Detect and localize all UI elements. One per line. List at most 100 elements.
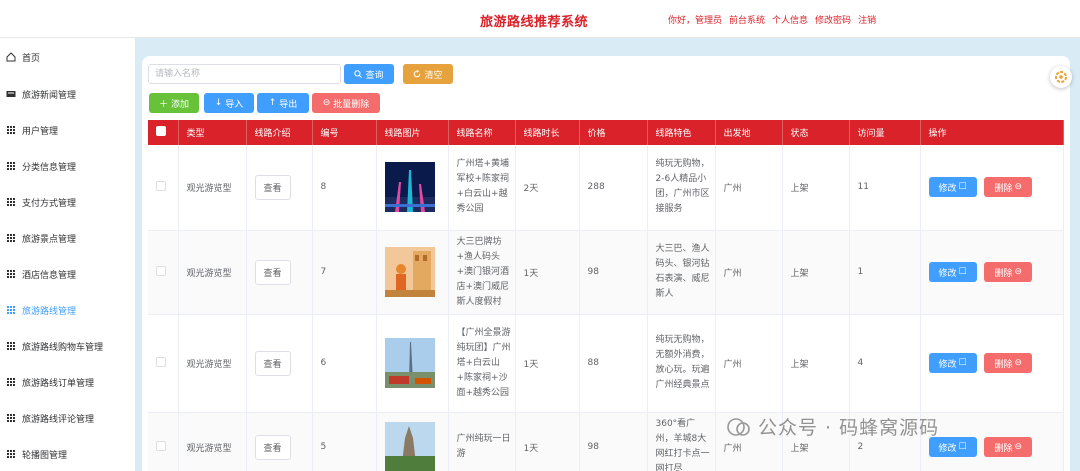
edit-label: 修改 xyxy=(938,443,957,454)
sidebar-item-home[interactable]: 首页 xyxy=(0,38,135,76)
row-select-cell[interactable] xyxy=(148,230,179,315)
intro-cell: 查看 xyxy=(246,314,313,413)
table-row: 观光游览型 查看 7 大三巴牌坊+渔人码头+澳门银河酒店+澳门威尼斯人度假村 1… xyxy=(148,230,1064,315)
add-label: 添加 xyxy=(171,99,190,110)
id-cell: 6 xyxy=(312,314,377,413)
name-cell: 广州纯玩一日游 xyxy=(448,412,516,471)
actions-cell: 修改 ☐ 删除 ⊖ xyxy=(920,314,1064,413)
top-links: 你好，管理员 前台系统 个人信息 修改密码 注销 xyxy=(668,13,876,26)
top-header: 旅游路线推荐系统 你好，管理员 前台系统 个人信息 修改密码 注销 xyxy=(0,0,1080,38)
export-label: 导出 xyxy=(279,99,298,110)
view-button[interactable]: 查看 xyxy=(254,350,291,376)
select-all-checkbox[interactable] xyxy=(156,126,166,136)
profile-link[interactable]: 个人信息 xyxy=(772,13,808,26)
column-header: 价格 xyxy=(579,120,648,145)
type-cell: 观光游览型 xyxy=(178,230,247,315)
sidebar-item-hotels[interactable]: 酒店信息管理 xyxy=(0,256,135,292)
view-button[interactable]: 查看 xyxy=(254,174,291,200)
row-checkbox[interactable] xyxy=(156,356,166,367)
row-checkbox[interactable] xyxy=(156,180,166,191)
import-label: 导入 xyxy=(225,99,244,110)
column-header: 出发地 xyxy=(715,120,783,145)
sidebar-item-label: 旅游景点管理 xyxy=(22,234,77,245)
delete-button[interactable]: 删除 ⊖ xyxy=(984,262,1033,282)
sidebar-item-payment[interactable]: 支付方式管理 xyxy=(0,184,135,220)
logout-link[interactable]: 注销 xyxy=(858,13,876,26)
table-row: 观光游览型 查看 6 【广州全景游纯玩团】广州塔+白云山+陈家祠+沙面+越秀公园… xyxy=(148,314,1064,413)
grid-icon xyxy=(6,233,16,243)
edit-icon: ☐ xyxy=(958,442,967,452)
row-checkbox[interactable] xyxy=(156,440,166,451)
grid-icon xyxy=(6,197,16,207)
grid-icon xyxy=(6,125,16,135)
visits-cell: 4 xyxy=(849,314,921,413)
frontend-link[interactable]: 前台系统 xyxy=(729,13,765,26)
feature-cell: 纯玩无购物，无额外消费，放心玩。玩遍广州经典景点 xyxy=(647,314,716,413)
delete-button[interactable]: 删除 ⊖ xyxy=(984,177,1033,198)
grid-icon xyxy=(6,269,16,279)
sidebar-item-news[interactable]: 旅游新闻管理 xyxy=(0,76,135,112)
delete-button[interactable]: 删除 ⊖ xyxy=(984,437,1033,457)
row-select-cell[interactable] xyxy=(148,412,179,471)
add-button[interactable]: ＋ 添加 xyxy=(149,93,199,113)
arrow-up-icon: ↑ xyxy=(268,98,277,108)
change-password-link[interactable]: 修改密码 xyxy=(815,13,851,26)
sidebar-item-label: 用户管理 xyxy=(22,126,59,137)
actions-cell: 修改 ☐ 删除 ⊖ xyxy=(920,412,1064,471)
sidebar-item-category[interactable]: 分类信息管理 xyxy=(0,148,135,184)
sidebar-item-routes[interactable]: 旅游路线管理 xyxy=(0,292,135,328)
name-cell: 【广州全景游纯玩团】广州塔+白云山+陈家祠+沙面+越秀公园 xyxy=(448,314,516,413)
delete-label: 删除 xyxy=(994,183,1013,194)
actions-cell: 修改 ☐ 删除 ⊖ xyxy=(920,145,1064,231)
id-cell: 7 xyxy=(312,230,377,315)
import-button[interactable]: ↓ 导入 xyxy=(204,93,254,113)
query-button[interactable]: 查询 xyxy=(344,64,394,84)
refresh-icon xyxy=(414,70,421,78)
search-input[interactable] xyxy=(148,64,341,84)
grid-icon xyxy=(6,341,16,351)
view-button[interactable]: 查看 xyxy=(254,259,291,285)
sidebar-item-cart[interactable]: 旅游路线购物车管理 xyxy=(0,328,135,364)
row-select-cell[interactable] xyxy=(148,314,179,413)
edit-button[interactable]: 修改 ☐ xyxy=(928,177,977,198)
clear-button[interactable]: 清空 xyxy=(403,64,453,84)
sidebar-item-carousel[interactable]: 轮播图管理 xyxy=(0,436,135,471)
sidebar-item-comments[interactable]: 旅游路线评论管理 xyxy=(0,400,135,436)
origin-cell: 广州 xyxy=(715,230,783,315)
edit-button[interactable]: 修改 ☐ xyxy=(928,353,977,373)
watermark-text: 公众号 · 码蜂窝源码 xyxy=(758,417,940,439)
edit-button[interactable]: 修改 ☐ xyxy=(928,437,977,457)
edit-icon: ☐ xyxy=(958,182,967,193)
edit-button[interactable]: 修改 ☐ xyxy=(928,262,977,282)
id-cell: 5 xyxy=(312,412,377,471)
visits-cell: 11 xyxy=(849,145,921,231)
type-cell: 观光游览型 xyxy=(178,412,247,471)
delete-button[interactable]: 删除 ⊖ xyxy=(984,353,1033,373)
delete-label: 删除 xyxy=(994,268,1013,279)
column-header: 状态 xyxy=(782,120,850,145)
row-select-cell[interactable] xyxy=(148,145,179,231)
plus-icon: ＋ xyxy=(158,99,168,110)
row-checkbox[interactable] xyxy=(156,265,166,276)
column-header: 线路特色 xyxy=(647,120,716,145)
view-button[interactable]: 查看 xyxy=(254,434,291,460)
delete-label: 删除 xyxy=(994,443,1013,454)
bulk-delete-button[interactable]: ⊖ 批量删除 xyxy=(312,93,380,113)
home-icon xyxy=(6,52,16,62)
duration-cell: 2天 xyxy=(515,145,580,231)
greeting-link[interactable]: 你好，管理员 xyxy=(668,13,722,26)
price-cell: 98 xyxy=(579,230,648,315)
minus-circle-icon: ⊖ xyxy=(1014,442,1023,452)
grid-icon xyxy=(6,305,16,315)
sidebar-item-attractions[interactable]: 旅游景点管理 xyxy=(0,220,135,256)
status-cell: 上架 xyxy=(782,314,850,413)
feature-cell: 360°看广州，羊城8大网红打卡点一网打尽 xyxy=(647,412,716,471)
export-button[interactable]: ↑ 导出 xyxy=(257,93,309,113)
sidebar-item-users[interactable]: 用户管理 xyxy=(0,112,135,148)
status-cell: 上架 xyxy=(782,145,850,231)
edit-icon: ☐ xyxy=(958,267,967,277)
select-all-cell[interactable] xyxy=(148,120,179,145)
sidebar-item-orders[interactable]: 旅游路线订单管理 xyxy=(0,364,135,400)
route-thumbnail-image xyxy=(384,247,435,297)
floating-flower-icon[interactable] xyxy=(1050,66,1072,88)
